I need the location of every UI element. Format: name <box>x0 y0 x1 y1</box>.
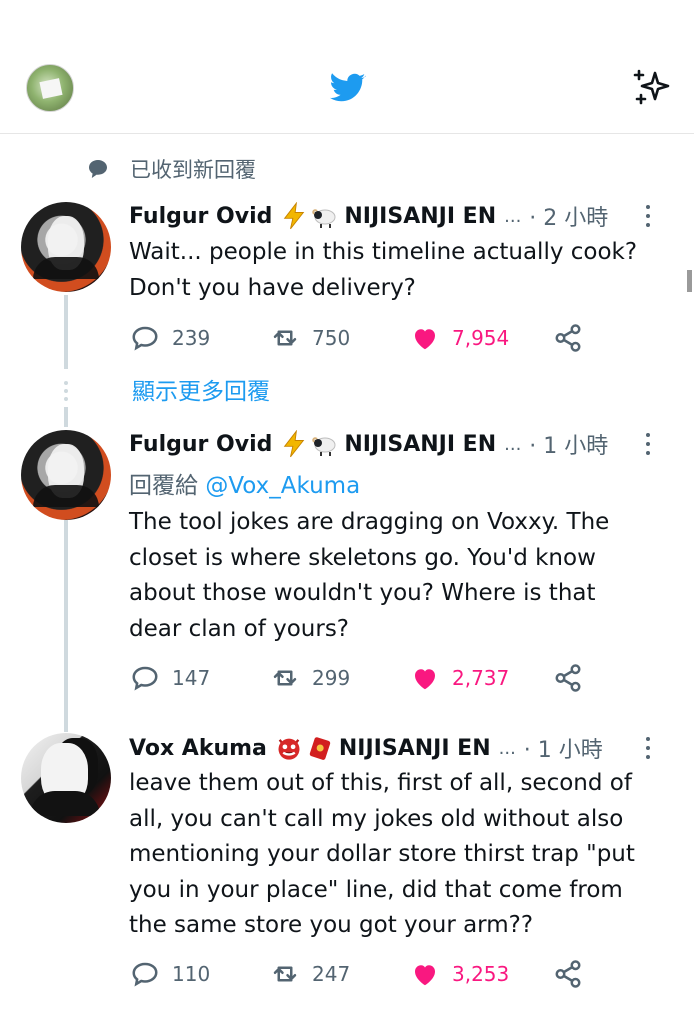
retweet-button[interactable]: 247 <box>270 956 350 992</box>
replying-to: 回覆給 @Vox_Akuma <box>129 466 360 500</box>
timestamp[interactable]: · 1 小時 <box>524 732 603 764</box>
display-name[interactable]: Fulgur Ovid <box>129 204 272 229</box>
name-badges <box>275 734 333 762</box>
sparkle-icon[interactable] <box>630 66 672 108</box>
fulgur-avatar[interactable] <box>21 202 111 292</box>
twitter-bird-icon[interactable] <box>328 70 368 106</box>
reply-icon <box>132 666 158 691</box>
more-options-icon[interactable] <box>643 430 653 458</box>
reply-count: 239 <box>172 326 211 350</box>
new-replies-text: 已收到新回覆 <box>130 158 256 182</box>
reply-count: 147 <box>172 666 211 690</box>
tweet-line: leave them out of this, first of all, se… <box>129 770 632 796</box>
like-count: 2,737 <box>452 666 510 690</box>
retweet-button[interactable]: 750 <box>270 320 350 356</box>
fulgur-avatar[interactable] <box>21 430 111 520</box>
more-options-icon[interactable] <box>643 734 653 762</box>
thread-connector-line <box>64 407 68 427</box>
share-icon <box>555 664 581 692</box>
tweet-line: Don't you have delivery? <box>129 274 416 301</box>
vertical-scrollbar[interactable] <box>686 134 694 1024</box>
share-button[interactable] <box>553 660 595 696</box>
reply-count: 110 <box>172 962 211 986</box>
tweet-line: Wait... people in this timeline actually… <box>129 239 638 265</box>
reply-button[interactable]: 147 <box>130 660 210 696</box>
account-handle[interactable]: NIJISANJI EN <box>344 432 496 457</box>
name-badges <box>280 430 338 458</box>
red-envelope-icon <box>309 737 331 760</box>
lightning-icon <box>284 202 305 230</box>
sheep-icon <box>312 209 336 228</box>
replying-to-label: 回覆給 <box>129 473 198 499</box>
like-count: 3,253 <box>452 962 510 986</box>
truncation-dots: ... <box>504 433 522 455</box>
share-icon <box>555 324 581 352</box>
retweet-count: 750 <box>312 326 351 350</box>
like-button[interactable]: 3,253 <box>410 956 509 992</box>
tweet-header: Vox Akuma NIJISANJI EN ... · 1 小時 <box>129 731 674 765</box>
reply-icon <box>132 326 158 351</box>
share-icon <box>555 960 581 988</box>
heart-icon <box>415 965 435 986</box>
heart-icon <box>415 329 435 350</box>
truncation-dots: ... <box>498 737 516 759</box>
tweet-body: The tool jokes are dragging on Voxxy. Th… <box>129 505 674 647</box>
tweet-line: the same store you got your arm?? <box>129 912 534 938</box>
timestamp[interactable]: · 1 小時 <box>529 428 608 460</box>
share-button[interactable] <box>553 320 595 356</box>
tweet-line: closet is where skeletons go. You'd know <box>129 544 596 571</box>
reply-icon <box>132 962 158 987</box>
retweet-icon <box>273 330 297 346</box>
thread-connector-line <box>64 520 68 732</box>
tweet-line: you in your place" line, did that come f… <box>129 876 623 903</box>
truncation-dots: ... <box>504 205 522 227</box>
account-handle[interactable]: NIJISANJI EN <box>339 736 491 761</box>
lightning-icon <box>284 430 305 458</box>
retweet-count: 247 <box>312 962 351 986</box>
demon-mask-icon <box>278 738 300 760</box>
tweet-line: The tool jokes are dragging on Voxxy. Th… <box>129 509 610 535</box>
show-more-replies-link[interactable]: 顯示更多回覆 <box>132 372 270 406</box>
display-name[interactable]: Fulgur Ovid <box>129 432 272 457</box>
retweet-button[interactable]: 299 <box>270 660 350 696</box>
like-button[interactable]: 2,737 <box>410 660 509 696</box>
scrollbar-thumb[interactable] <box>687 270 692 292</box>
share-button[interactable] <box>553 956 595 992</box>
retweet-icon <box>273 670 297 686</box>
retweet-icon <box>273 966 297 982</box>
tweet-actions: 110 247 3,253 <box>130 956 600 992</box>
timestamp[interactable]: · 2 小時 <box>529 200 608 232</box>
vox-avatar[interactable] <box>21 733 111 823</box>
new-replies-notice[interactable]: 已收到新回覆 <box>86 153 256 185</box>
tweet-header: Fulgur Ovid NIJISANJI EN ... · 1 小時 <box>129 427 674 461</box>
tweet-line: mentioning your dollar store thirst trap… <box>129 841 635 867</box>
mention-link[interactable]: @Vox_Akuma <box>205 473 360 499</box>
reply-button[interactable]: 110 <box>130 956 210 992</box>
thread-connector-line <box>64 295 68 369</box>
tweet-header: Fulgur Ovid NIJISANJI EN ... · 2 小時 <box>129 199 674 233</box>
heart-icon <box>415 669 435 690</box>
tweet-body: Wait... people in this timeline actually… <box>129 235 674 306</box>
account-handle[interactable]: NIJISANJI EN <box>344 204 496 229</box>
thread-gap-dots <box>64 381 68 401</box>
reply-button[interactable]: 239 <box>130 320 210 356</box>
speech-bubble-icon <box>89 160 107 178</box>
top-header <box>0 0 694 134</box>
sheep-icon <box>312 437 336 456</box>
tweet-actions: 147 299 2,737 <box>130 660 600 696</box>
like-button[interactable]: 7,954 <box>410 320 509 356</box>
profile-avatar[interactable] <box>26 64 74 112</box>
tweet-actions: 239 750 7,954 <box>130 320 600 356</box>
display-name[interactable]: Vox Akuma <box>129 736 267 761</box>
more-options-icon[interactable] <box>643 202 653 230</box>
tweet-line: dear clan of yours? <box>129 615 350 642</box>
tweet-line: all, you can't call my jokes old without… <box>129 805 624 832</box>
like-count: 7,954 <box>452 326 510 350</box>
name-badges <box>280 202 338 230</box>
tweet-body: leave them out of this, first of all, se… <box>129 766 674 944</box>
tweet-line: about those wouldn't you? Where is that <box>129 580 596 606</box>
retweet-count: 299 <box>312 666 351 690</box>
